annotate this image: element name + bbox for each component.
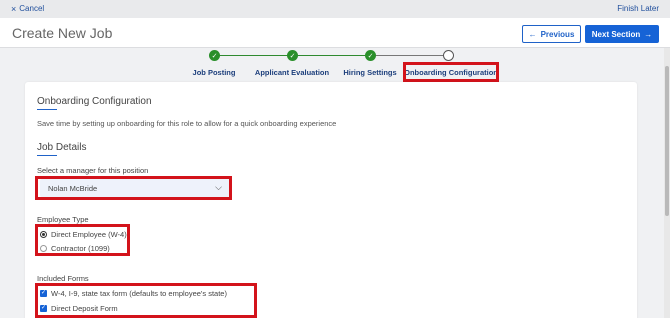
- previous-button[interactable]: ← Previous: [522, 25, 581, 43]
- highlight-box: [403, 62, 499, 82]
- check-icon: ✓: [365, 50, 376, 61]
- step-applicant-evaluation[interactable]: Applicant Evaluation: [255, 68, 329, 77]
- highlight-box: [35, 224, 130, 256]
- previous-label: Previous: [540, 29, 575, 39]
- step-job-posting[interactable]: Job Posting: [193, 68, 236, 77]
- next-section-label: Next Section: [591, 29, 641, 39]
- job-details-heading: Job Details: [37, 142, 87, 153]
- cancel-link[interactable]: × Cancel: [11, 4, 44, 13]
- page-title: Create New Job: [12, 25, 113, 41]
- highlight-box: [35, 283, 257, 318]
- included-forms-label: Included Forms: [37, 274, 89, 283]
- step-connector: [298, 55, 365, 56]
- arrow-left-icon: ←: [528, 29, 537, 39]
- check-icon: ✓: [287, 50, 298, 61]
- next-section-button[interactable]: Next Section →: [585, 25, 659, 43]
- scrollbar[interactable]: [664, 48, 670, 318]
- section-heading: Onboarding Configuration: [37, 96, 152, 107]
- finish-later-link[interactable]: Finish Later: [617, 4, 659, 13]
- section-description: Save time by setting up onboarding for t…: [37, 119, 337, 128]
- progress-stepper: ✓ ✓ ✓ Job Posting Applicant Evaluation H…: [0, 48, 664, 82]
- step-connector: [219, 55, 292, 56]
- close-icon: ×: [11, 3, 17, 14]
- check-icon: ✓: [209, 50, 220, 61]
- arrow-right-icon: →: [644, 29, 653, 39]
- step-pending-icon: [443, 50, 454, 61]
- step-hiring-settings[interactable]: Hiring Settings: [343, 68, 396, 77]
- top-bar: × Cancel Finish Later: [0, 0, 670, 18]
- cancel-label: Cancel: [19, 4, 45, 13]
- step-connector: [376, 55, 443, 56]
- page-header: Create New Job ← Previous Next Section →: [0, 18, 670, 48]
- highlight-box: [35, 176, 232, 200]
- scrollbar-thumb[interactable]: [665, 66, 669, 216]
- manager-label: Select a manager for this position: [37, 166, 149, 175]
- employee-type-label: Employee Type: [37, 215, 89, 224]
- heading-underline: [37, 109, 57, 110]
- heading-underline: [37, 155, 57, 156]
